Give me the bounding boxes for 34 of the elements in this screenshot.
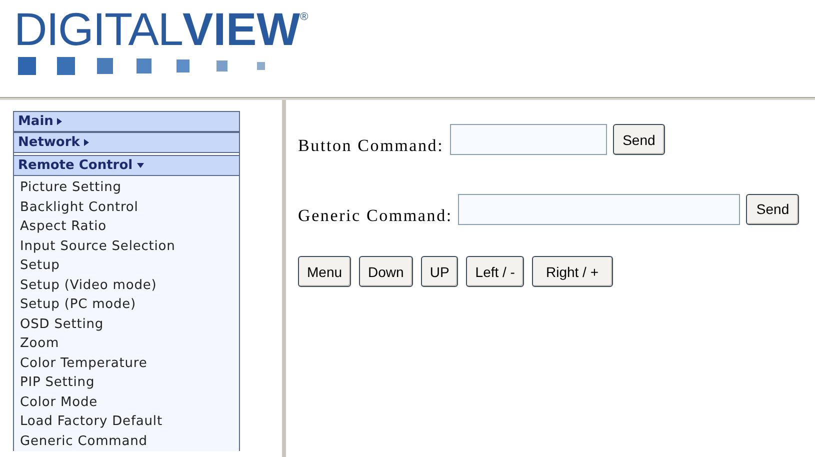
menu-link[interactable]: Aspect Ratio: [20, 217, 239, 236]
key-button[interactable]: Left / -: [466, 256, 524, 287]
menu-link[interactable]: Picture Setting: [20, 178, 239, 198]
logo-text: DIGITAL: [14, 6, 183, 52]
send-button[interactable]: Send: [612, 124, 666, 156]
menu-link[interactable]: OSD Setting: [20, 314, 239, 334]
menu-link[interactable]: Color Temperature: [20, 354, 239, 373]
menu-link[interactable]: Input Source Selection: [20, 236, 239, 256]
menu-link[interactable]: Zoom: [20, 334, 239, 354]
field-label: Generic Command:: [298, 204, 452, 226]
menu-header[interactable]: Main: [14, 111, 239, 132]
menu-link[interactable]: PIP Setting: [20, 373, 239, 392]
logo-text: VIEW: [182, 6, 300, 52]
menu-header[interactable]: Network: [14, 132, 239, 153]
menu-link[interactable]: Backlight Control: [20, 198, 239, 217]
caret-down-icon: [136, 163, 144, 168]
menu-link[interactable]: Setup (PC mode): [20, 295, 239, 314]
caret-right-icon: [57, 118, 62, 125]
key-button[interactable]: UP: [420, 256, 458, 287]
menu-link[interactable]: Color Mode: [20, 392, 239, 412]
caret-right-icon: [84, 139, 89, 146]
menu-link[interactable]: Generic Command: [20, 432, 239, 451]
command-field[interactable]: [458, 194, 740, 225]
send-button[interactable]: Send: [746, 194, 800, 225]
menu-link[interactable]: Setup (Video mode): [20, 276, 239, 295]
registered-mark: ®: [300, 12, 308, 23]
command-field[interactable]: [450, 124, 607, 156]
key-button[interactable]: Down: [359, 256, 413, 287]
key-button[interactable]: Menu: [298, 256, 352, 287]
menu-link[interactable]: Setup: [20, 256, 239, 276]
key-button[interactable]: Right / +: [532, 256, 612, 287]
menu-link[interactable]: Load Factory Default: [20, 412, 239, 432]
menu-header[interactable]: Remote Control: [14, 155, 239, 176]
field-label: Button Command:: [298, 135, 444, 157]
